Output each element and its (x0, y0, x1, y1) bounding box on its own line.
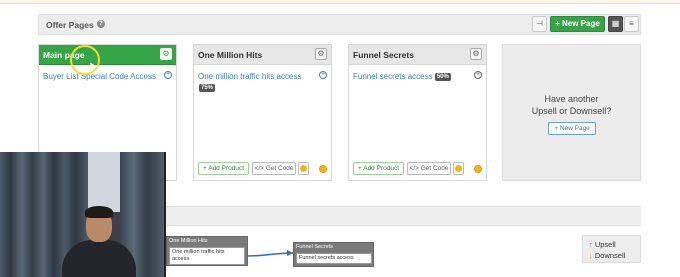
arrow-up-icon: ↑ (589, 240, 593, 249)
flow-legend: ↑ Upsell ↓ Downsell (582, 235, 641, 263)
legend-label: Upsell (594, 240, 616, 249)
webcam-person-hair (85, 206, 113, 218)
legend-upsell: ↑ Upsell (589, 240, 616, 249)
flow-node-body: Funnel secrets access (296, 253, 372, 264)
flow-node-title: Funnel Secrets (296, 244, 333, 250)
webcam-overlay (0, 152, 166, 277)
flow-node-funnel-secrets[interactable]: Funnel Secrets Funnel secrets access (293, 242, 374, 267)
webcam-window (88, 152, 122, 212)
legend-downsell: ↓ Downsell (589, 251, 625, 260)
cursor-highlight-icon (70, 45, 100, 75)
arrow-down-icon: ↓ (589, 251, 593, 260)
legend-label: Downsell (594, 251, 626, 260)
